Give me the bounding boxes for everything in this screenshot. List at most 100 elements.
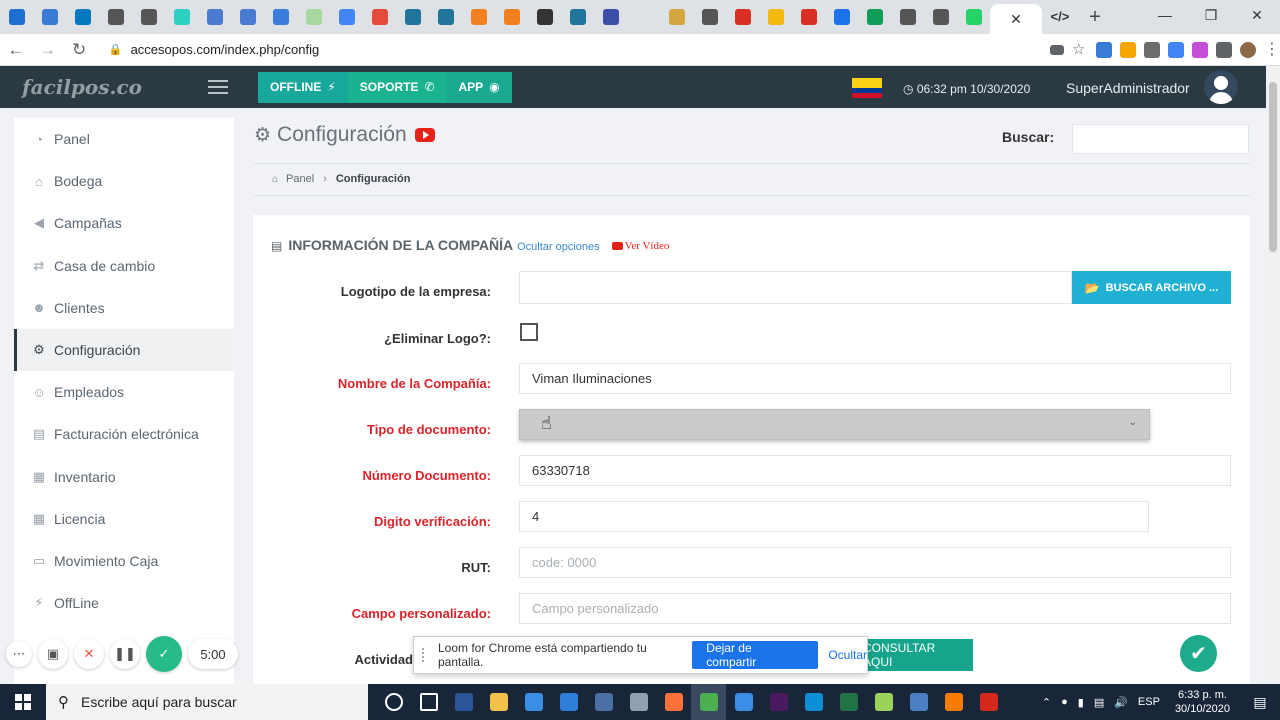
network-icon[interactable]: ▤ (1094, 696, 1104, 709)
doc-number-field[interactable]: 63330718 (519, 455, 1231, 486)
browser-tab[interactable] (693, 0, 726, 34)
browser-tab[interactable] (66, 0, 99, 34)
sidebar-item-campa-as[interactable]: ◀ Campañas (14, 202, 234, 244)
page-scrollbar[interactable] (1266, 66, 1280, 684)
battery-icon[interactable]: ▮ (1078, 696, 1084, 709)
puzzle-icon[interactable] (1216, 41, 1232, 58)
start-button[interactable] (0, 694, 46, 710)
sidebar-item-licencia[interactable]: ▦ Licencia (14, 498, 234, 540)
taskbar-app[interactable] (901, 684, 936, 720)
breadcrumb-home-link[interactable]: Panel (286, 173, 314, 185)
camera-toggle-icon[interactable]: ▣ (38, 639, 68, 669)
notifications-icon[interactable]: ▤ (1240, 694, 1280, 711)
taskbar-app[interactable] (691, 684, 726, 720)
sidebar-item-configuraci-n[interactable]: ⚙ Configuración (14, 328, 234, 372)
new-tab-button[interactable]: + (1075, 6, 1115, 29)
custom-field[interactable]: Campo personalizado (519, 593, 1231, 624)
browser-tab[interactable] (858, 0, 891, 34)
browser-tab[interactable] (363, 0, 396, 34)
close-window-button[interactable]: ✕ (1234, 0, 1280, 30)
taskbar-app[interactable] (621, 684, 656, 720)
taskbar-app[interactable] (411, 684, 446, 720)
hide-notification-button[interactable]: Ocultar (828, 648, 867, 662)
browser-tab[interactable] (792, 0, 825, 34)
browser-tab[interactable] (33, 0, 66, 34)
taskbar-app[interactable] (831, 684, 866, 720)
browser-tab[interactable] (165, 0, 198, 34)
sidebar-item-inventario[interactable]: ▦ Inventario (14, 456, 234, 498)
taskbar-app[interactable] (551, 684, 586, 720)
forward-button[interactable]: → (32, 40, 64, 60)
browser-tab[interactable] (0, 0, 33, 34)
sidebar-item-offline[interactable]: ⚡ OffLine (14, 582, 234, 624)
pause-icon[interactable]: ❚❚ (110, 639, 140, 669)
sidebar-item-empleados[interactable]: ☺ Empleados (14, 371, 234, 413)
sidebar-item-casa-de-cambio[interactable]: ⇄ Casa de cambio (14, 245, 234, 287)
brand-logo[interactable]: facilpos.co (0, 75, 142, 99)
browser-tab[interactable] (264, 0, 297, 34)
finish-recording-icon[interactable]: ✓ (146, 636, 182, 672)
active-browser-tab[interactable]: ✕ (990, 4, 1042, 34)
microphone-icon[interactable]: ● (1061, 696, 1068, 708)
more-options-icon[interactable]: ⋯ (6, 641, 32, 667)
browser-tab[interactable] (594, 0, 627, 34)
taskbar-clock[interactable]: 6:33 p. m. 30/10/2020 (1175, 688, 1230, 716)
taskbar-app[interactable] (936, 684, 971, 720)
taskbar-app[interactable] (866, 684, 901, 720)
taskbar-app[interactable] (446, 684, 481, 720)
drag-handle-icon[interactable] (422, 648, 428, 662)
avatar[interactable] (1204, 70, 1238, 104)
support-button[interactable]: SOPORTE ✆ (347, 71, 447, 103)
profile-icon[interactable] (1240, 41, 1256, 58)
grid-icon[interactable] (1144, 41, 1160, 58)
star-icon[interactable]: ☆ (1072, 41, 1088, 58)
browser-tab[interactable] (957, 0, 990, 34)
browse-file-button[interactable]: 📂 BUSCAR ARCHIVO ... (1072, 271, 1231, 304)
volume-icon[interactable]: 🔊 (1114, 696, 1128, 709)
offline-button[interactable]: OFFLINE ⚡ (258, 71, 348, 103)
browser-tab[interactable] (462, 0, 495, 34)
reload-button[interactable]: ↻ (63, 40, 95, 60)
doc-type-select[interactable]: ⌄ (519, 409, 1150, 440)
taskbar-search[interactable]: ⚲ Escribe aquí para buscar (46, 684, 368, 720)
browser-tab[interactable] (198, 0, 231, 34)
taskbar-app[interactable] (481, 684, 516, 720)
browser-tab[interactable] (132, 0, 165, 34)
save-check-button[interactable]: ✔ (1180, 635, 1217, 672)
browser-tab[interactable] (627, 0, 660, 34)
taskbar-app[interactable] (796, 684, 831, 720)
browser-tab[interactable] (561, 0, 594, 34)
minimize-button[interactable]: — (1142, 0, 1188, 30)
sidebar-item-panel[interactable]: ◔ Panel (14, 118, 234, 160)
stop-sharing-button[interactable]: Dejar de compartir (692, 641, 819, 669)
browser-tab[interactable]: </> (1042, 0, 1075, 34)
company-name-field[interactable]: Viman Iluminaciones (519, 363, 1231, 394)
colorful-icon[interactable] (1192, 41, 1208, 58)
browser-tab[interactable] (528, 0, 561, 34)
consult-button[interactable]: CONSULTAR AQUI (863, 639, 973, 671)
extension-blue-icon[interactable] (1096, 41, 1112, 58)
cancel-recording-icon[interactable]: ✕ (74, 639, 104, 669)
scroll-thumb[interactable] (1269, 82, 1277, 252)
colombia-flag-icon[interactable] (852, 78, 882, 98)
browser-tab[interactable] (330, 0, 363, 34)
taskbar-app[interactable] (376, 684, 411, 720)
user-name[interactable]: SuperAdministrador (1066, 80, 1190, 96)
browser-tab[interactable] (429, 0, 462, 34)
delete-logo-checkbox[interactable] (520, 323, 538, 341)
browser-tab[interactable] (297, 0, 330, 34)
browser-tab[interactable] (759, 0, 792, 34)
rut-field[interactable]: code: 0000 (519, 547, 1231, 578)
browser-tab[interactable] (825, 0, 858, 34)
browser-tab[interactable] (924, 0, 957, 34)
browser-tab[interactable] (726, 0, 759, 34)
browser-tab[interactable] (660, 0, 693, 34)
taskbar-app[interactable] (586, 684, 621, 720)
menu-dots-icon[interactable]: ⋮ (1264, 41, 1280, 58)
browser-tab[interactable] (891, 0, 924, 34)
back-button[interactable]: ← (0, 40, 32, 60)
browser-tab[interactable] (396, 0, 429, 34)
close-tab-icon[interactable]: ✕ (1010, 11, 1022, 28)
address-bar[interactable]: 🔒 accesopos.com/index.php/config (101, 37, 1020, 63)
hamburger-menu-icon[interactable] (208, 80, 228, 94)
